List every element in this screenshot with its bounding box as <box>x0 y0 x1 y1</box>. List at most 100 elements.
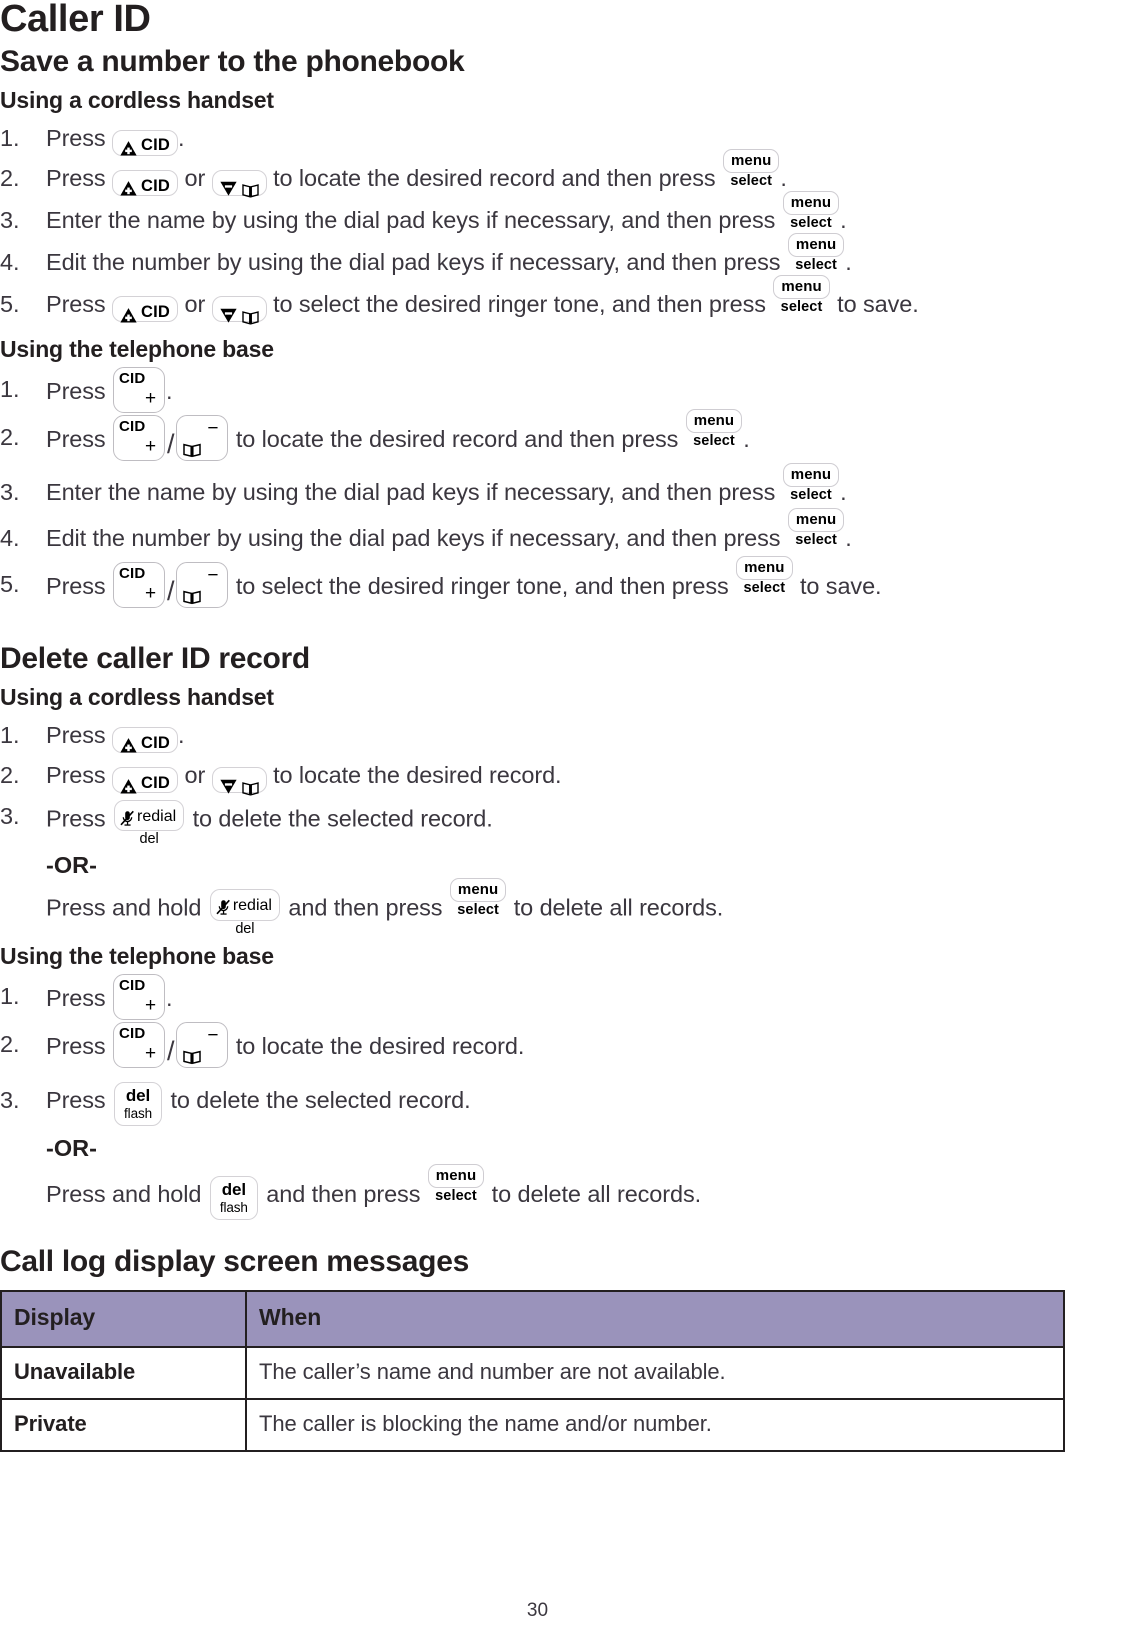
step-alt-text: Press and hold redial del and then press … <box>46 878 1075 937</box>
subsection-heading-telephone-base-save: Using the telephone base <box>0 335 274 362</box>
key-menu-label: menu <box>787 232 845 257</box>
step-item: 4. Edit the number by using the dial pad… <box>0 508 1075 562</box>
step-alt-before: Press and hold <box>46 894 202 921</box>
step-number: 4. <box>0 524 20 551</box>
step-text-before: Press <box>46 805 106 832</box>
key-base-cid-up[interactable]: CID + <box>113 414 166 461</box>
key-base-cid-label: CID <box>119 1025 146 1042</box>
triangle-down-minus-icon <box>219 305 238 323</box>
key-base-cid-up[interactable]: CID + <box>113 561 166 608</box>
step-text-after: . <box>840 207 847 234</box>
key-separator: / <box>167 575 175 606</box>
key-down-phonebook[interactable] <box>211 170 267 198</box>
call-log-messages-table: Display When Unavailable The caller’s na… <box>0 1289 1065 1452</box>
key-menu-select[interactable]: menu select <box>787 232 845 274</box>
table-header-row: Display When <box>0 1289 1065 1348</box>
key-base-cid-label: CID <box>119 417 146 435</box>
step-text-after: . <box>743 425 750 452</box>
phonebook-icon <box>241 179 259 198</box>
step-alt-mid: and then press <box>266 1180 421 1207</box>
step-text-before: Press <box>46 291 106 318</box>
key-del-flash[interactable]: del flash <box>114 1082 163 1127</box>
key-separator: / <box>167 1036 175 1066</box>
key-redial-del[interactable]: redial del <box>114 799 185 849</box>
step-text: Enter the name by using the dial pad key… <box>46 190 1075 242</box>
step-text-before: Enter the name by using the dial pad key… <box>46 207 776 234</box>
page-content: Caller ID Save a number to the phonebook… <box>0 0 1075 1452</box>
step-text: Press CID or to locate the desired recor… <box>46 755 1075 796</box>
key-down-phonebook[interactable] <box>211 767 267 796</box>
step-text-after: . <box>840 479 847 506</box>
triangle-up-plus-icon <box>119 178 138 196</box>
key-menu-label: menu <box>449 878 507 903</box>
key-menu-select[interactable]: menu select <box>782 462 840 504</box>
step-text: Press del flash to delete the selected re… <box>46 1078 1075 1127</box>
step-item: 1. Press CID +. <box>0 974 1075 1022</box>
step-text-after: to save. <box>799 572 882 599</box>
key-del-label: del <box>235 920 255 937</box>
step-text: Press CID + / − to select the desired ringe… <box>46 556 1075 618</box>
subsection-heading-cordless-handset-delete: Using a cordless handset <box>0 683 274 710</box>
step-text: Press CID. <box>46 715 1075 755</box>
step-item: 2. Press CID + / − to locate the desired re… <box>0 408 1075 471</box>
step-item: 2. Press CID or to locate the desired re… <box>0 755 1075 796</box>
key-select-label: select <box>743 580 786 597</box>
key-base-cid-up[interactable]: CID + <box>113 1022 166 1068</box>
step-text-or: or <box>184 291 206 318</box>
key-menu-label: menu <box>787 508 845 533</box>
step-text-before: Press <box>46 985 106 1012</box>
key-cid-handset[interactable]: CID <box>112 170 179 197</box>
key-del-flash[interactable]: del flash <box>209 1176 258 1221</box>
step-item: 3. Enter the name by using the dial pad … <box>0 190 1075 242</box>
key-cid-handset[interactable]: CID <box>112 296 179 323</box>
step-text-before: Press <box>46 425 106 452</box>
step-text: Press CID +. <box>46 974 1075 1022</box>
step-item: 5. Press CID or to select the desired ri… <box>0 274 1075 326</box>
key-select-label: select <box>780 298 823 315</box>
key-menu-select[interactable]: menu select <box>736 556 793 597</box>
key-select-label: select <box>790 214 832 231</box>
step-text: Edit the number by using the dial pad ke… <box>46 508 1075 562</box>
key-menu-label: menu <box>736 556 793 581</box>
step-text-mid: to select the desired ringer tone, and t… <box>273 291 766 318</box>
key-down-phonebook[interactable] <box>211 296 267 325</box>
step-number: 1. <box>0 375 20 402</box>
step-number: 3. <box>0 207 20 234</box>
key-base-cid-up[interactable]: CID + <box>113 974 166 1021</box>
key-base-plus-label: + <box>145 387 157 409</box>
key-base-down-phonebook[interactable]: − <box>176 1022 229 1068</box>
step-item: 4. Edit the number by using the dial pad… <box>0 232 1075 284</box>
key-cid-label: CID <box>141 136 171 155</box>
key-cid-handset[interactable]: CID <box>112 727 179 754</box>
steps-delete-base: 1. Press CID +. 2. Press CID + / − to locate… <box>0 974 1075 1221</box>
key-cid-label: CID <box>141 733 171 752</box>
key-base-cid-up[interactable]: CID + <box>113 366 166 413</box>
table-cell-display: Private <box>0 1397 247 1452</box>
step-number: 2. <box>0 762 20 789</box>
key-menu-select[interactable]: menu select <box>787 508 845 549</box>
key-base-down-phonebook[interactable]: − <box>176 414 229 461</box>
key-menu-label: menu <box>782 190 840 215</box>
key-menu-select[interactable]: menu select <box>427 1164 485 1205</box>
step-text: Press CID + / − to locate the desired recor… <box>46 1022 1075 1078</box>
step-number: 1. <box>0 722 20 749</box>
key-menu-select[interactable]: menu select <box>722 148 780 190</box>
step-text-mid: to locate the desired record and then pr… <box>235 425 679 452</box>
step-item: 1. Press CID +. <box>0 366 1075 415</box>
key-base-down-phonebook[interactable]: − <box>176 561 229 608</box>
key-menu-select[interactable]: menu select <box>685 408 743 450</box>
key-menu-select[interactable]: menu select <box>449 878 507 919</box>
step-item: 3. Press del flash to delete the selected… <box>0 1078 1075 1221</box>
key-menu-select[interactable]: menu select <box>782 190 840 232</box>
key-select-label: select <box>457 902 499 919</box>
key-cid-handset[interactable]: CID <box>112 767 179 794</box>
key-redial-del[interactable]: redial del <box>209 889 280 938</box>
key-cid-handset[interactable]: CID <box>112 129 179 156</box>
triangle-down-minus-icon <box>219 178 238 197</box>
step-text-before: Edit the number by using the dial pad ke… <box>46 249 781 276</box>
key-menu-select[interactable]: menu select <box>773 274 830 316</box>
step-text: Edit the number by using the dial pad ke… <box>46 232 1075 284</box>
key-select-label: select <box>790 486 832 503</box>
step-number: 2. <box>0 423 20 450</box>
step-text: Press CID +. <box>46 366 1075 415</box>
